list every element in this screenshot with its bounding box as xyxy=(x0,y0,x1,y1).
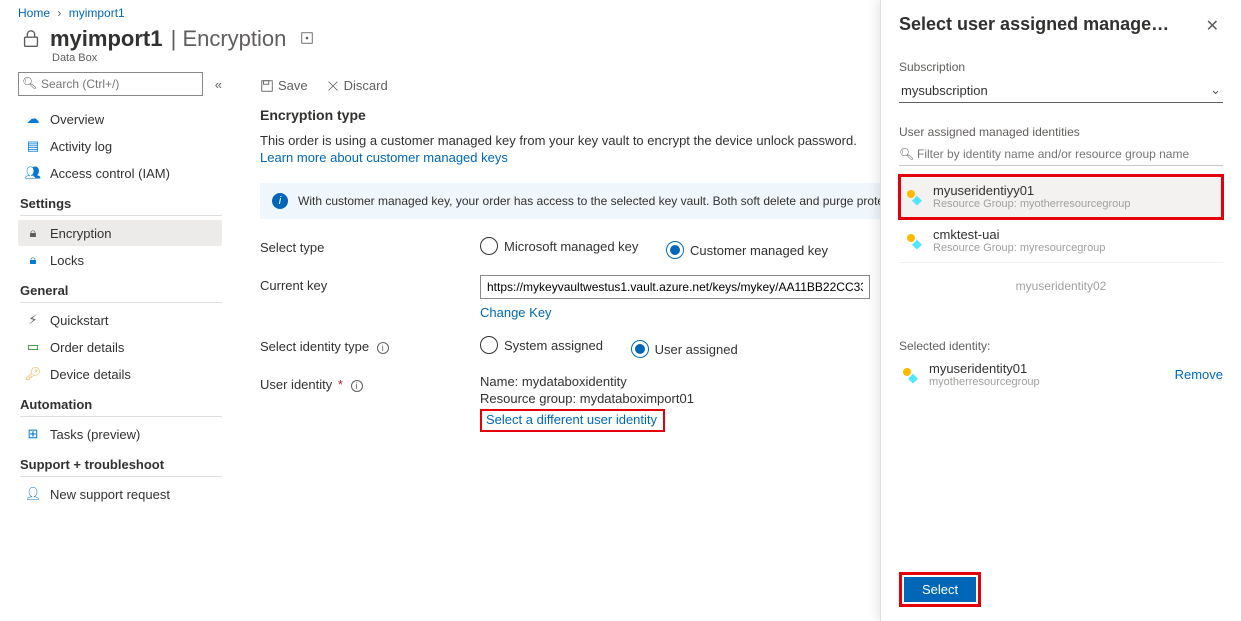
search-icon: 🔍︎ xyxy=(22,76,37,90)
radio-label: Customer managed key xyxy=(690,243,828,258)
remove-link[interactable]: Remove xyxy=(1175,367,1223,382)
nav-label: Activity log xyxy=(50,139,112,154)
discard-button[interactable]: Discard xyxy=(326,78,388,93)
save-label: Save xyxy=(278,78,308,93)
info-small-icon[interactable]: i xyxy=(351,380,363,392)
nav-label: Tasks (preview) xyxy=(50,427,140,442)
support-icon: 👤︎ xyxy=(24,486,42,502)
log-icon: ▤ xyxy=(24,138,42,154)
page-subtitle: | Encryption xyxy=(164,26,286,52)
identities-label: User assigned managed identities xyxy=(899,125,1223,139)
lock-icon xyxy=(18,26,44,52)
close-icon[interactable]: ✕ xyxy=(1202,14,1223,38)
identity-rg: Resource Group: myresourcegroup xyxy=(933,242,1105,254)
nav-order-details[interactable]: ▭ Order details xyxy=(18,334,222,360)
nav-quickstart[interactable]: ⚡︎ Quickstart xyxy=(18,307,222,333)
nav-label: Device details xyxy=(50,367,131,382)
nav-label: New support request xyxy=(50,487,170,502)
info-small-icon[interactable]: i xyxy=(377,342,389,354)
select-button[interactable]: Select xyxy=(904,577,976,602)
label-identity-type: Select identity type i xyxy=(260,336,480,354)
nav-section-general: General xyxy=(20,283,222,303)
radio-label: User assigned xyxy=(655,342,738,357)
radio-customer-key[interactable]: Customer managed key xyxy=(666,241,828,259)
search-input[interactable] xyxy=(18,72,203,96)
radio-user-assigned[interactable]: User assigned xyxy=(631,340,738,358)
identity-name: cmktest-uai xyxy=(933,227,1105,242)
identity-item[interactable]: myuseridentiyy01 Resource Group: myother… xyxy=(899,175,1223,219)
radio-microsoft-key[interactable]: Microsoft managed key xyxy=(480,237,638,255)
nav-section-automation: Automation xyxy=(20,397,222,417)
nav-section-support: Support + troubleshoot xyxy=(20,457,222,477)
selected-label: Selected identity: xyxy=(899,339,1223,353)
cloud-icon: ☁ xyxy=(24,111,42,127)
identity-item[interactable]: cmktest-uai Resource Group: myresourcegr… xyxy=(899,219,1223,263)
identity-icon xyxy=(903,187,925,207)
pin-icon[interactable] xyxy=(300,31,314,48)
nav-label: Overview xyxy=(50,112,104,127)
radio-system-assigned[interactable]: System assigned xyxy=(480,336,603,354)
order-icon: ▭ xyxy=(24,339,42,355)
identity-panel: Select user assigned manage… ✕ Subscript… xyxy=(880,0,1241,621)
nav-device-details[interactable]: 🔑︎ Device details xyxy=(18,361,222,387)
nav-locks[interactable]: 🔒︎ Locks xyxy=(18,247,222,273)
subscription-label: Subscription xyxy=(899,60,1223,74)
identity-loading: myuseridentity02 xyxy=(899,263,1223,309)
selected-identity-rg: myotherresourcegroup xyxy=(929,376,1040,388)
selected-identity-name: myuseridentity01 xyxy=(929,361,1040,376)
breadcrumb-current[interactable]: myimport1 xyxy=(69,6,125,20)
tasks-icon: ⊞ xyxy=(24,426,42,442)
identity-icon xyxy=(903,231,925,251)
discard-label: Discard xyxy=(344,78,388,93)
nav-label: Encryption xyxy=(50,226,111,241)
nav-label: Access control (IAM) xyxy=(50,166,170,181)
panel-title: Select user assigned manage… xyxy=(899,14,1169,35)
save-button[interactable]: Save xyxy=(260,78,308,93)
search-icon: 🔍︎ xyxy=(899,147,914,161)
nav-encryption[interactable]: 🔒︎ Encryption xyxy=(18,220,222,246)
radio-label: System assigned xyxy=(504,338,603,353)
current-key-input[interactable] xyxy=(480,275,870,299)
key-icon: 🔑︎ xyxy=(24,366,42,382)
identity-name: myuseridentiyy01 xyxy=(933,183,1131,198)
identity-icon xyxy=(899,365,921,385)
dropdown-value: mysubscription xyxy=(901,83,988,98)
identity-rg: Resource Group: myotherresourcegroup xyxy=(933,198,1131,210)
nav-label: Quickstart xyxy=(50,313,109,328)
radio-label: Microsoft managed key xyxy=(504,239,638,254)
label-user-identity: User identity * i xyxy=(260,374,480,392)
subscription-dropdown[interactable]: mysubscription ⌄ xyxy=(899,78,1223,103)
nav-overview[interactable]: ☁ Overview xyxy=(18,106,222,132)
label-select-type: Select type xyxy=(260,237,480,255)
select-different-identity-link[interactable]: Select a different user identity xyxy=(486,412,657,427)
identity-filter-input[interactable] xyxy=(899,143,1223,166)
nav-activity-log[interactable]: ▤ Activity log xyxy=(18,133,222,159)
nav-label: Order details xyxy=(50,340,124,355)
nav-section-settings: Settings xyxy=(20,196,222,216)
bolt-icon: ⚡︎ xyxy=(24,312,42,328)
info-icon: i xyxy=(272,193,288,209)
nav-label: Locks xyxy=(50,253,84,268)
breadcrumb-home[interactable]: Home xyxy=(18,6,50,20)
lock-blue-icon: 🔒︎ xyxy=(24,252,42,268)
page-title: myimport1 xyxy=(50,26,162,52)
sidebar: 🔍︎ « ☁ Overview ▤ Activity log 👥︎ Access… xyxy=(0,72,232,612)
lock-small-icon: 🔒︎ xyxy=(24,225,42,241)
identity-list: myuseridentiyy01 Resource Group: myother… xyxy=(899,174,1223,263)
banner-text: With customer managed key, your order ha… xyxy=(298,194,940,208)
people-icon: 👥︎ xyxy=(24,165,42,181)
chevron-right-icon: › xyxy=(57,6,61,20)
nav-iam[interactable]: 👥︎ Access control (IAM) xyxy=(18,160,222,186)
nav-support-request[interactable]: 👤︎ New support request xyxy=(18,481,222,507)
chevron-down-icon: ⌄ xyxy=(1210,82,1221,98)
collapse-sidebar-icon[interactable]: « xyxy=(215,77,222,92)
label-current-key: Current key xyxy=(260,275,480,293)
nav-tasks[interactable]: ⊞ Tasks (preview) xyxy=(18,421,222,447)
